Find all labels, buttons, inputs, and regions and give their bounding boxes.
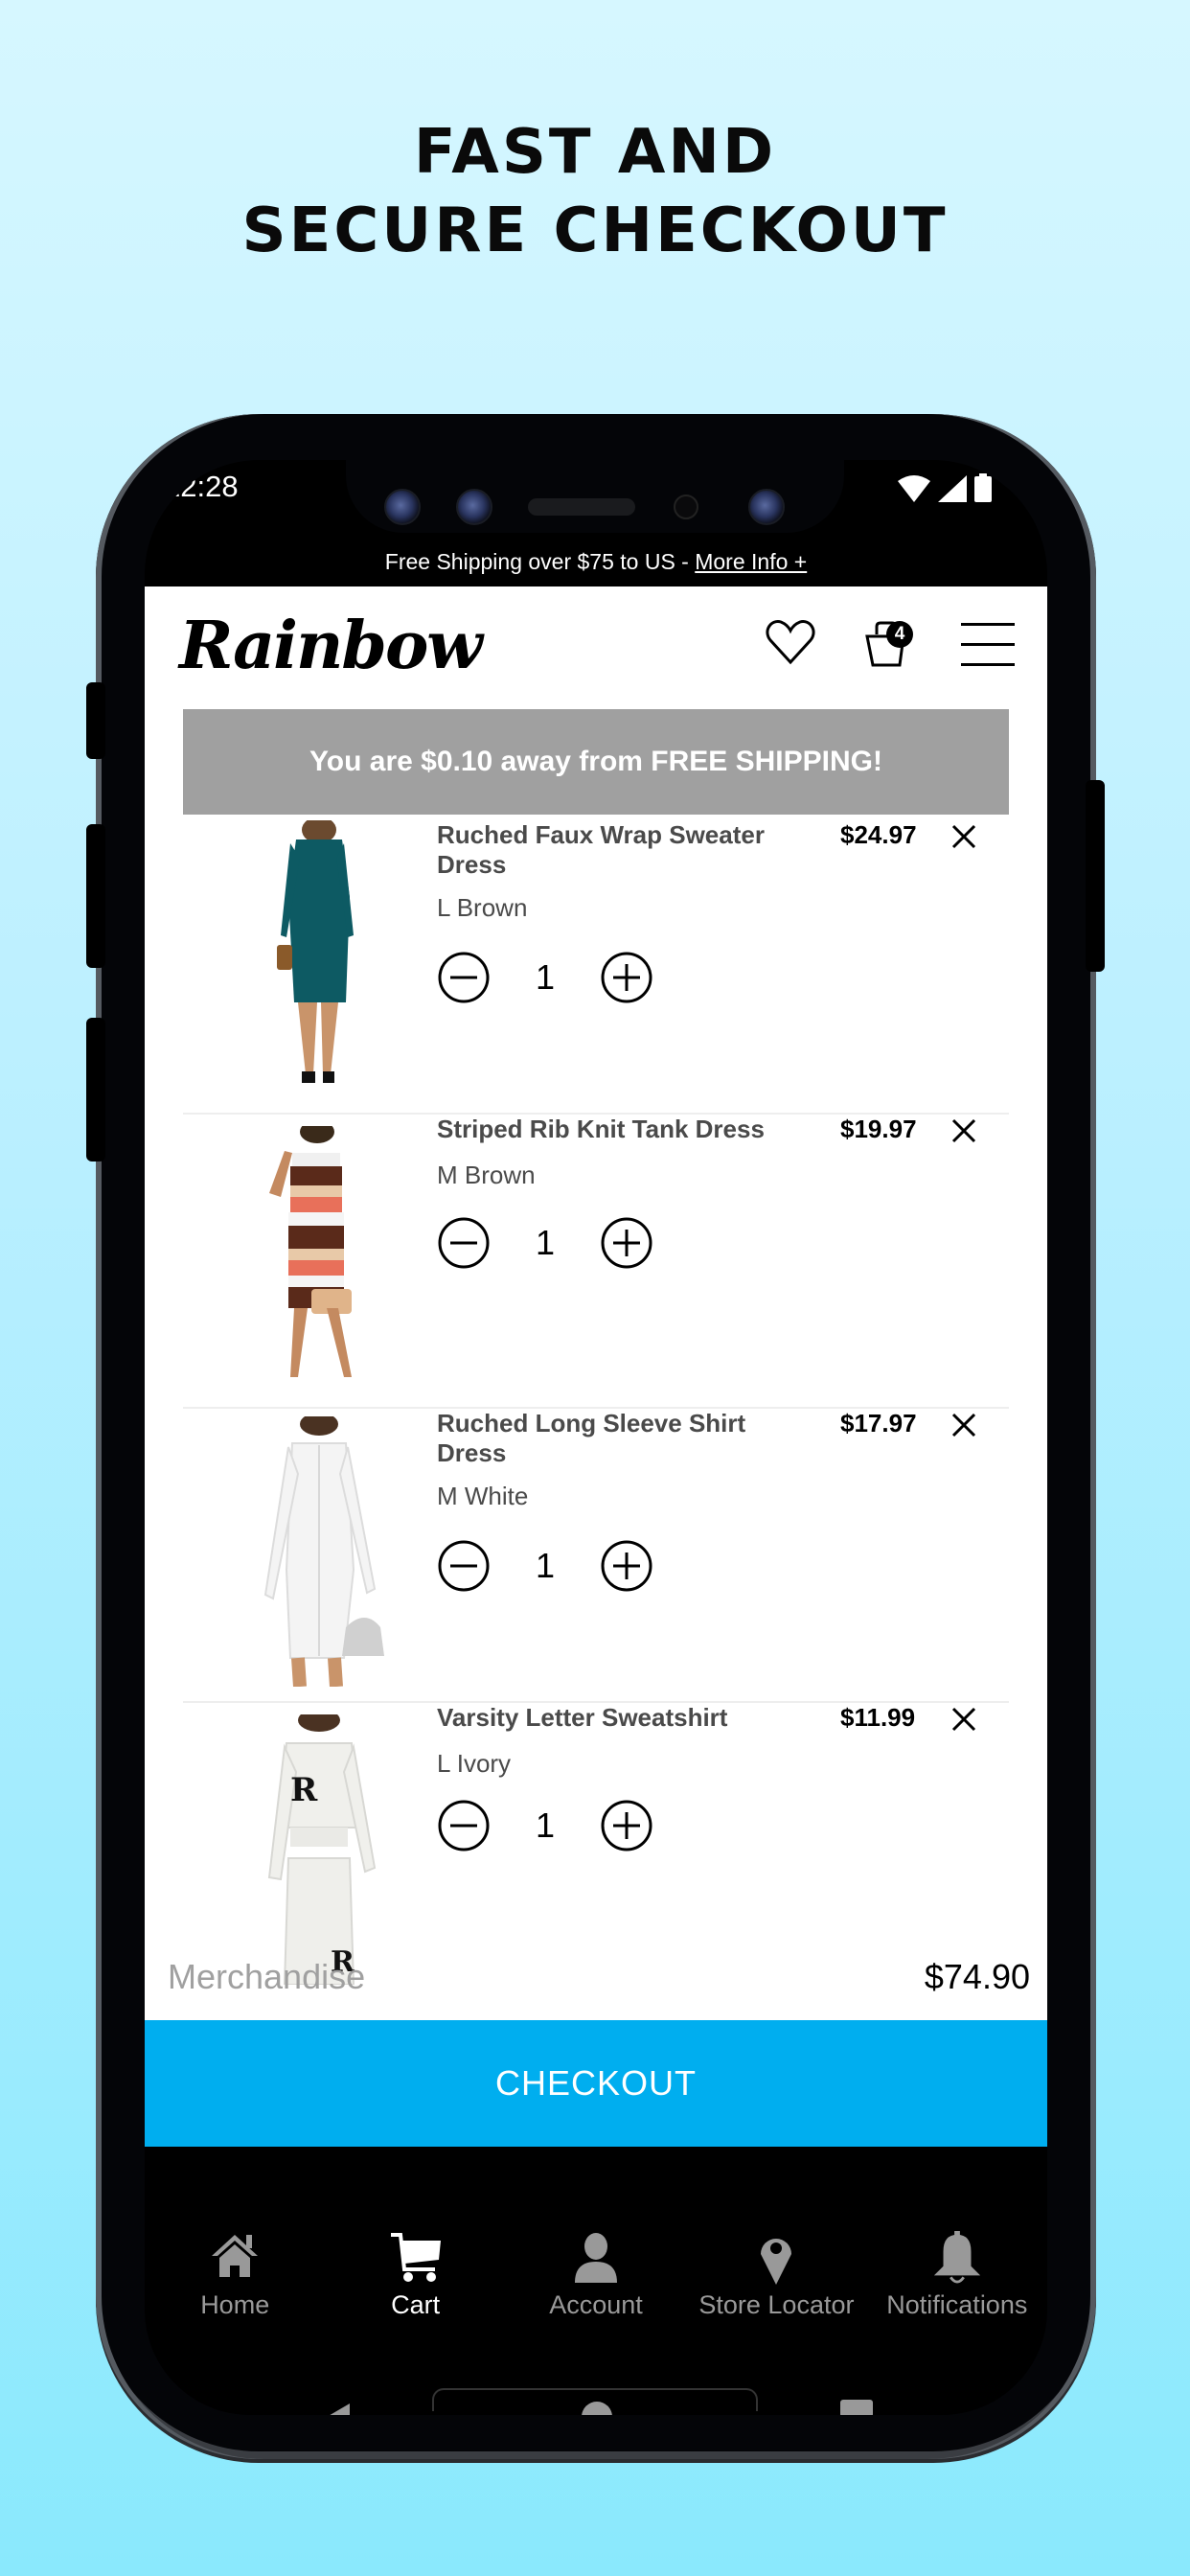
headline-line-1: FAST AND: [413, 117, 777, 188]
app-header: Rainbow 4: [145, 586, 1047, 709]
more-info-link[interactable]: More Info +: [695, 549, 807, 574]
phone-side-button: [86, 682, 105, 759]
svg-text:R: R: [290, 1771, 318, 1809]
phone-side-button: [86, 1018, 105, 1162]
cart-page: Rainbow 4 You are $0.10 away from FREE S…: [145, 586, 1047, 2147]
tab-label: Store Locator: [698, 2290, 855, 2319]
proximity-sensor: [674, 494, 698, 519]
promo-text: Free Shipping over $75 to US -: [384, 549, 696, 574]
decrease-quantity-icon[interactable]: [437, 1539, 491, 1593]
earpiece-speaker: [528, 498, 635, 516]
cart-item: Ruched Faux Wrap Sweater Dress L Brown $…: [183, 820, 1009, 1115]
nav-home-icon[interactable]: [582, 2400, 612, 2415]
item-price: $24.97: [840, 820, 917, 849]
merchandise-total: $74.90: [924, 1957, 1030, 1996]
quantity-stepper: 1: [437, 1799, 653, 1852]
phone-screen: 12:28 Free Shipping over $75 to US - Mor…: [145, 460, 1047, 2415]
quantity-value: 1: [535, 1546, 556, 1585]
item-name[interactable]: Ruched Faux Wrap Sweater Dress: [437, 820, 791, 880]
decrease-quantity-icon[interactable]: [437, 1799, 491, 1852]
camera-lens: [456, 489, 492, 525]
decrease-quantity-icon[interactable]: [437, 951, 491, 1004]
tab-cart[interactable]: Cart: [325, 2231, 505, 2346]
merchandise-label: Merchandise: [168, 1957, 366, 1996]
tab-label: Notifications: [886, 2290, 1028, 2319]
quantity-stepper: 1: [437, 1216, 653, 1270]
promo-bar: Free Shipping over $75 to US - More Info…: [145, 537, 1047, 586]
account-icon: [575, 2233, 618, 2283]
product-image[interactable]: [231, 1416, 403, 1687]
product-image[interactable]: [231, 1126, 403, 1396]
item-name[interactable]: Ruched Long Sleeve Shirt Dress: [437, 1409, 791, 1468]
increase-quantity-icon[interactable]: [600, 1539, 653, 1593]
decrease-quantity-icon[interactable]: [437, 1216, 491, 1270]
remove-item-icon[interactable]: [950, 1705, 978, 1734]
remove-item-icon[interactable]: [950, 822, 978, 851]
promo-headline: FAST AND SECURE CHECKOUT: [0, 113, 1190, 270]
quantity-value: 1: [535, 1223, 556, 1262]
camera-lens: [384, 489, 421, 525]
cart-items-list: Ruched Faux Wrap Sweater Dress L Brown $…: [183, 820, 1009, 1997]
cart-item: R R Varsity Letter Sweatshirt L Ivory $1…: [183, 1703, 1009, 1997]
item-variant: L Ivory: [437, 1749, 512, 1778]
tab-label: Account: [549, 2290, 643, 2319]
quantity-stepper: 1: [437, 1539, 653, 1593]
heart-icon[interactable]: [766, 619, 815, 665]
headline-line-2: SECURE CHECKOUT: [241, 196, 949, 266]
quantity-stepper: 1: [437, 951, 653, 1004]
item-price: $19.97: [840, 1115, 917, 1143]
home-icon: [212, 2235, 259, 2277]
menu-icon[interactable]: [961, 623, 1015, 667]
increase-quantity-icon[interactable]: [600, 951, 653, 1004]
tab-notifications[interactable]: Notifications: [867, 2231, 1047, 2346]
remove-item-icon[interactable]: [950, 1411, 978, 1439]
item-variant: M White: [437, 1482, 529, 1510]
bell-icon: [933, 2231, 980, 2284]
tab-label: Cart: [391, 2290, 441, 2319]
status-time: 12:28: [164, 470, 239, 503]
signal-icon: [938, 475, 967, 502]
battery-icon: [974, 473, 992, 502]
wifi-icon: [898, 475, 930, 502]
product-image[interactable]: [231, 820, 403, 1091]
item-variant: M Brown: [437, 1161, 536, 1189]
quantity-value: 1: [535, 1806, 556, 1845]
increase-quantity-icon[interactable]: [600, 1216, 653, 1270]
map-pin-icon: [761, 2239, 792, 2285]
cart-count-badge: 4: [886, 621, 913, 648]
product-image[interactable]: R R: [231, 1714, 403, 1985]
increase-quantity-icon[interactable]: [600, 1799, 653, 1852]
cart-item: Striped Rib Knit Tank Dress M Brown $19.…: [183, 1115, 1009, 1409]
status-icons: [898, 473, 992, 502]
item-variant: L Brown: [437, 893, 528, 922]
camera-notch: [346, 460, 844, 533]
tab-account[interactable]: Account: [506, 2231, 686, 2346]
camera-lens: [748, 489, 785, 525]
quantity-value: 1: [535, 957, 556, 997]
tab-store-locator[interactable]: Store Locator: [686, 2231, 866, 2346]
item-name[interactable]: Striped Rib Knit Tank Dress: [437, 1115, 791, 1144]
order-summary: Merchandise $74.90: [145, 1957, 1047, 2020]
tab-label: Home: [200, 2290, 270, 2319]
remove-item-icon[interactable]: [950, 1116, 978, 1145]
rainbow-logo[interactable]: Rainbow: [179, 608, 483, 684]
checkout-button[interactable]: CHECKOUT: [145, 2020, 1047, 2147]
cart-item: Ruched Long Sleeve Shirt Dress M White $…: [183, 1409, 1009, 1703]
bottom-tab-bar: Home Cart Account Store Locator Notifica…: [145, 2231, 1047, 2346]
cart-icon: [390, 2233, 441, 2282]
item-price: $17.97: [840, 1409, 917, 1438]
nav-back-icon[interactable]: [327, 2404, 350, 2415]
cart-bag-button[interactable]: 4: [865, 621, 923, 673]
item-name[interactable]: Varsity Letter Sweatshirt: [437, 1703, 791, 1733]
tab-home[interactable]: Home: [145, 2231, 325, 2346]
free-shipping-banner: You are $0.10 away from FREE SHIPPING!: [183, 709, 1009, 815]
phone-power-button: [1086, 780, 1105, 972]
item-price: $11.99: [840, 1703, 916, 1732]
phone-side-button: [86, 824, 105, 968]
nav-recents-icon[interactable]: [840, 2400, 873, 2415]
